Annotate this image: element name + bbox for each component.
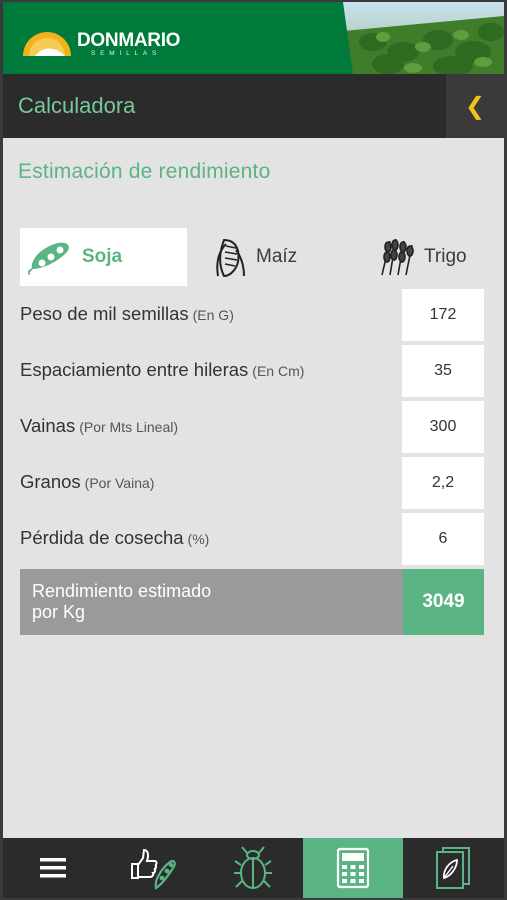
nav-catalog[interactable]	[403, 838, 503, 898]
chevron-left-icon: ❮	[464, 92, 486, 120]
field-unit: (En G)	[192, 307, 234, 323]
tab-soja[interactable]: Soja	[20, 228, 187, 286]
bottom-nav	[3, 838, 504, 898]
vainas-input[interactable]	[402, 401, 484, 453]
menu-icon	[40, 858, 66, 878]
field-label: Granos	[20, 471, 81, 492]
field-peso-mil-semillas: Peso de mil semillas (En G)	[20, 289, 484, 341]
tab-soja-label: Soja	[82, 246, 123, 267]
field-vainas: Vainas (Por Mts Lineal)	[20, 401, 484, 453]
field-unit: (Por Vaina)	[84, 475, 155, 491]
thumbs-up-soy-icon	[131, 848, 176, 890]
field-unit: (Por Mts Lineal)	[79, 419, 179, 435]
seed-catalog-icon	[436, 847, 470, 889]
soybean-field-image	[313, 2, 504, 74]
tab-maiz[interactable]: Maíz	[214, 228, 324, 286]
perdida-cosecha-input[interactable]	[402, 513, 484, 565]
field-label: Espaciamiento entre hileras	[20, 359, 249, 380]
section-title: Estimación de rendimiento	[18, 160, 271, 183]
brand-subtitle: SEMILLAS	[91, 50, 162, 57]
tab-maiz-label: Maíz	[256, 246, 298, 267]
nav-calculator[interactable]	[303, 838, 403, 898]
field-unit: (En Cm)	[252, 363, 305, 379]
beetle-icon	[234, 846, 272, 889]
brand-name: DONMARIO	[77, 30, 181, 51]
field-unit: (%)	[187, 531, 210, 547]
soybean-icon	[28, 242, 69, 275]
corn-icon	[216, 238, 245, 278]
back-button[interactable]: ❮	[446, 74, 504, 138]
espaciamiento-input[interactable]	[402, 345, 484, 397]
peso-mil-semillas-input[interactable]	[402, 289, 484, 341]
sun-logo-icon	[23, 32, 71, 56]
result-label-line1: Rendimiento estimado	[32, 581, 212, 601]
field-label: Peso de mil semillas	[20, 303, 189, 324]
donmario-logo: DONMARIO SEMILLAS	[21, 28, 180, 58]
field-granos: Granos (Por Vaina)	[20, 457, 484, 509]
field-perdida-cosecha: Pérdida de cosecha (%)	[20, 513, 484, 565]
nav-pests[interactable]	[203, 838, 303, 898]
calculator-icon	[336, 847, 370, 889]
field-label: Vainas	[20, 415, 76, 436]
nav-menu[interactable]	[3, 838, 103, 898]
result-label: Rendimiento estimado por Kg	[32, 581, 262, 623]
tab-trigo-label: Trigo	[424, 246, 467, 267]
nav-recommendations[interactable]	[103, 838, 203, 898]
title-bar: Calculadora ❮	[3, 74, 504, 138]
granos-input[interactable]	[402, 457, 484, 509]
wheat-icon	[381, 238, 414, 276]
tab-trigo[interactable]: Trigo	[376, 228, 486, 286]
result-panel: Rendimiento estimado por Kg 3049	[20, 569, 484, 635]
app-header: DONMARIO SEMILLAS	[3, 2, 504, 74]
field-espaciamiento: Espaciamiento entre hileras (En Cm)	[20, 345, 484, 397]
field-label: Pérdida de cosecha	[20, 527, 184, 548]
result-value: 3049	[403, 569, 484, 635]
result-label-line2: por Kg	[32, 602, 86, 622]
page-title: Calculadora	[18, 93, 136, 118]
